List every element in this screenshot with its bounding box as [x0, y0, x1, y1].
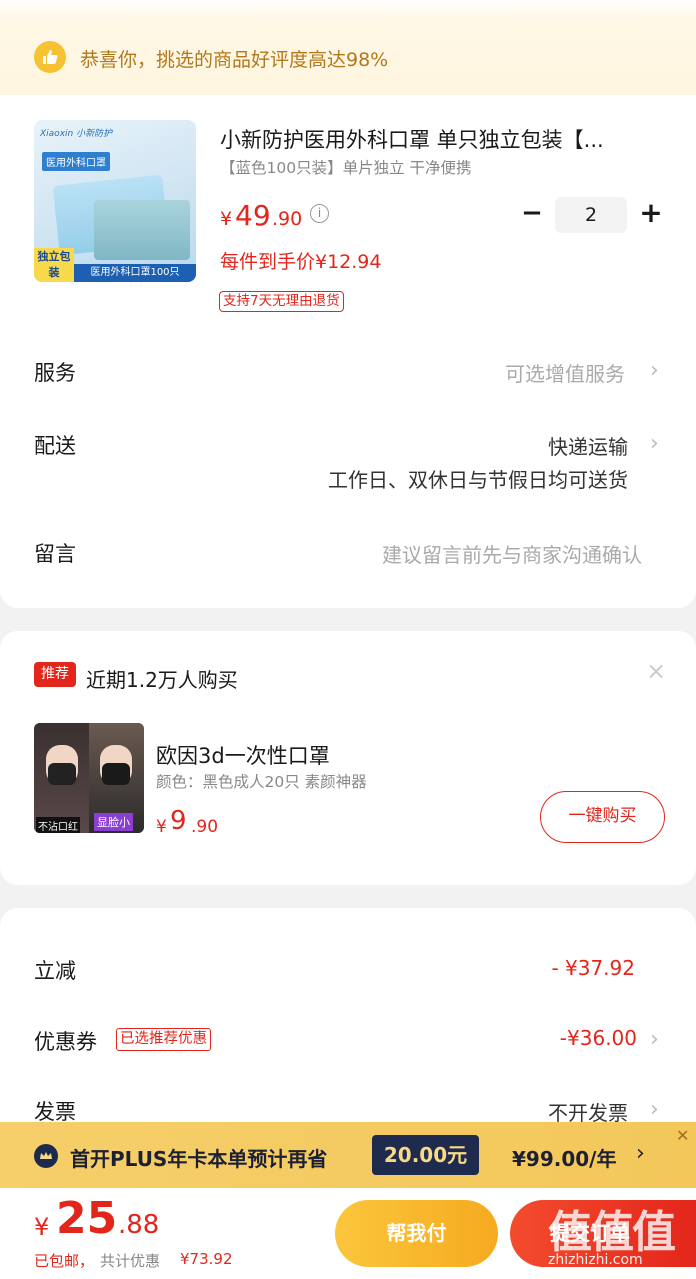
discount-label: 共计优惠 [100, 1252, 161, 1270]
recommend-tag: 推荐 [34, 662, 76, 687]
one-click-buy-button[interactable]: 一键购买 [540, 791, 665, 843]
free-shipping-text: 已包邮， [34, 1252, 95, 1270]
watermark-url: zhizhizhi.com [548, 1252, 643, 1268]
recommend-price-symbol: ¥ [156, 817, 167, 837]
reduce-label: 立减 [34, 959, 76, 983]
plus-save-amount: 20.00元 [372, 1135, 479, 1175]
total-decimal: .88 [118, 1210, 160, 1240]
reduce-value: - ¥37.92 [551, 956, 635, 980]
price-integer: 49 [235, 199, 271, 232]
recommend-price-decimal: .90 [191, 817, 219, 837]
product-title[interactable]: 小新防护医用外科口罩 单只独立包装【... [220, 124, 660, 154]
discount-amount[interactable]: ¥73.92 [180, 1250, 233, 1268]
product-image-bottom: 医用外科口罩100只 [74, 264, 196, 282]
help-me-pay-button[interactable]: 帮我付 [335, 1200, 498, 1267]
plus-crown-icon [34, 1144, 58, 1168]
banner-text: 恭喜你，挑选的商品好评度高达98% [80, 49, 389, 71]
total-symbol: ¥ [34, 1213, 50, 1241]
chevron-right-icon[interactable]: › [636, 1141, 645, 1166]
recommend-product-spec: 颜色：黑色成人20只 素颜神器 [156, 773, 367, 791]
price-symbol: ¥ [220, 208, 233, 230]
recommend-image-left-label: 不沾口红 [36, 817, 80, 833]
price-decimal: .90 [272, 208, 303, 230]
delivery-note: 工作日、双休日与节假日均可送货 [328, 468, 628, 492]
plus-price[interactable]: ¥99.00/年 [512, 1143, 616, 1172]
chevron-right-icon[interactable]: › [650, 1027, 659, 1052]
message-label: 留言 [34, 542, 76, 566]
service-value[interactable]: 可选增值服务 [420, 358, 625, 387]
delivery-label: 配送 [34, 434, 76, 458]
product-image-brand: Xiaoxin 小新防护 [40, 129, 113, 139]
product-spec[interactable]: 【蓝色100只装】单片独立 干净便携 [220, 156, 472, 178]
chevron-right-icon[interactable]: › [650, 1097, 659, 1122]
coupon-value[interactable]: -¥36.00 [440, 1026, 637, 1050]
coupon-tag: 已选推荐优惠 [116, 1028, 211, 1051]
recommend-product-name[interactable]: 欧因3d一次性口罩 [156, 740, 330, 770]
quantity-decrease-button[interactable]: − [518, 200, 546, 228]
close-icon[interactable]: ✕ [676, 1126, 689, 1145]
close-icon[interactable]: × [646, 657, 666, 685]
service-label: 服务 [34, 361, 76, 385]
recommend-product-image[interactable]: 不沾口红 显脸小 [34, 723, 144, 833]
recommend-title: 近期1.2万人购买 [86, 668, 238, 692]
message-input[interactable]: 建议留言前先与商家沟通确认 [300, 539, 642, 568]
quantity-input[interactable]: 2 [555, 197, 627, 233]
thumbs-up-icon [34, 41, 66, 73]
return-policy-tag: 支持7天无理由退货 [219, 291, 344, 312]
recommend-image-right-label: 显脸小 [94, 813, 133, 831]
chevron-right-icon[interactable]: › [650, 358, 659, 383]
unit-price: 每件到手价¥12.94 [220, 251, 382, 273]
product-image-tag: 独立包装 [34, 248, 74, 282]
product-image[interactable]: Xiaoxin 小新防护 医用外科口罩 独立包装 医用外科口罩100只 [34, 120, 196, 282]
total-integer: 25 [56, 1193, 118, 1244]
quantity-increase-button[interactable]: + [637, 199, 665, 228]
info-icon[interactable]: i [310, 204, 329, 223]
product-image-caption: 医用外科口罩 [42, 152, 110, 171]
plus-text: 首开PLUS年卡本单预计再省 [70, 1147, 328, 1171]
recommend-price-integer: 9 [170, 806, 187, 836]
coupon-label: 优惠券 [34, 1030, 97, 1054]
delivery-value[interactable]: 快递运输 [420, 431, 628, 460]
chevron-right-icon[interactable]: › [650, 431, 659, 456]
watermark-logo: 值值值 [548, 1207, 676, 1258]
